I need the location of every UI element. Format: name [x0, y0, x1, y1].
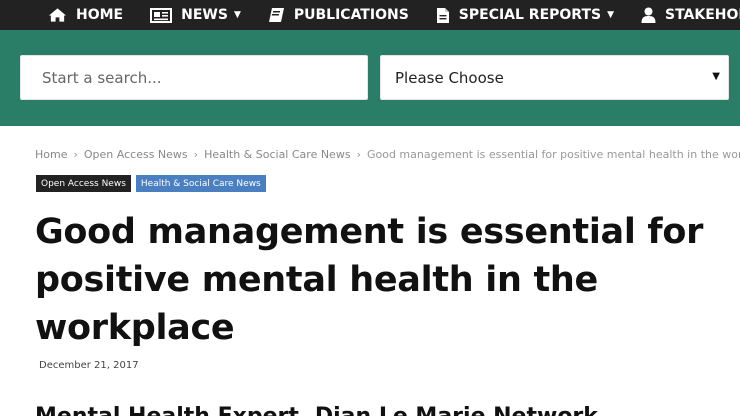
- select-value: Please Choose: [395, 68, 504, 87]
- dropdown-arrow-icon: ▼: [712, 71, 720, 82]
- nav-item-stakeholders[interactable]: STAKEHOLDERS ▼: [641, 7, 740, 23]
- article-date: December 21, 2017: [39, 360, 139, 371]
- home-icon: [48, 8, 67, 22]
- nav-item-label: SPECIAL REPORTS: [458, 7, 602, 23]
- nav-item-label: PUBLICATIONS: [293, 7, 409, 23]
- newspaper-icon: [150, 7, 173, 23]
- breadcrumb: Home › Open Access News › Health & Social Ca…: [35, 148, 740, 161]
- category-tags: Open Access News Health & Social Care Ne…: [36, 175, 266, 192]
- breadcrumb-health-social-care-news[interactable]: Health & Social Care News: [204, 148, 351, 161]
- breadcrumb-separator: ›: [356, 148, 361, 161]
- user-icon: [641, 7, 656, 23]
- category-select[interactable]: Please Choose ▼: [380, 55, 729, 100]
- tag-health-social-care-news[interactable]: Health & Social Care News: [135, 175, 266, 192]
- main-navigation: HOME NEWS ▼ PUBLICATIONS SPECIAL REPORTS…: [0, 0, 740, 30]
- chevron-down-icon: ▼: [607, 10, 615, 20]
- nav-item-label: NEWS: [181, 7, 228, 23]
- nav-item-label: STAKEHOLDERS: [665, 7, 740, 23]
- tag-open-access-news[interactable]: Open Access News: [36, 175, 131, 192]
- nav-item-publications[interactable]: PUBLICATIONS: [268, 7, 409, 23]
- nav-item-news[interactable]: NEWS ▼: [150, 7, 241, 23]
- article-subtitle: Mental Health Expert, Dian Le Marie Netw…: [35, 402, 735, 416]
- document-icon: [436, 7, 449, 23]
- chevron-down-icon: ▼: [233, 10, 241, 20]
- breadcrumb-separator: ›: [193, 148, 199, 161]
- breadcrumb-separator: ›: [73, 148, 78, 161]
- article-title: Good management is essential for positiv…: [35, 212, 704, 348]
- breadcrumb-current: Good management is essential for positiv…: [366, 148, 740, 161]
- nav-item-label: HOME: [76, 7, 124, 23]
- search-input[interactable]: [20, 55, 368, 100]
- nav-item-home[interactable]: HOME: [48, 7, 123, 23]
- book-icon: [268, 8, 284, 22]
- search-bar-area: Please Choose ▼: [0, 30, 740, 126]
- nav-item-special-reports[interactable]: SPECIAL REPORTS ▼: [436, 7, 614, 24]
- breadcrumb-home[interactable]: Home: [35, 148, 67, 161]
- breadcrumb-open-access-news[interactable]: Open Access News: [84, 148, 188, 161]
